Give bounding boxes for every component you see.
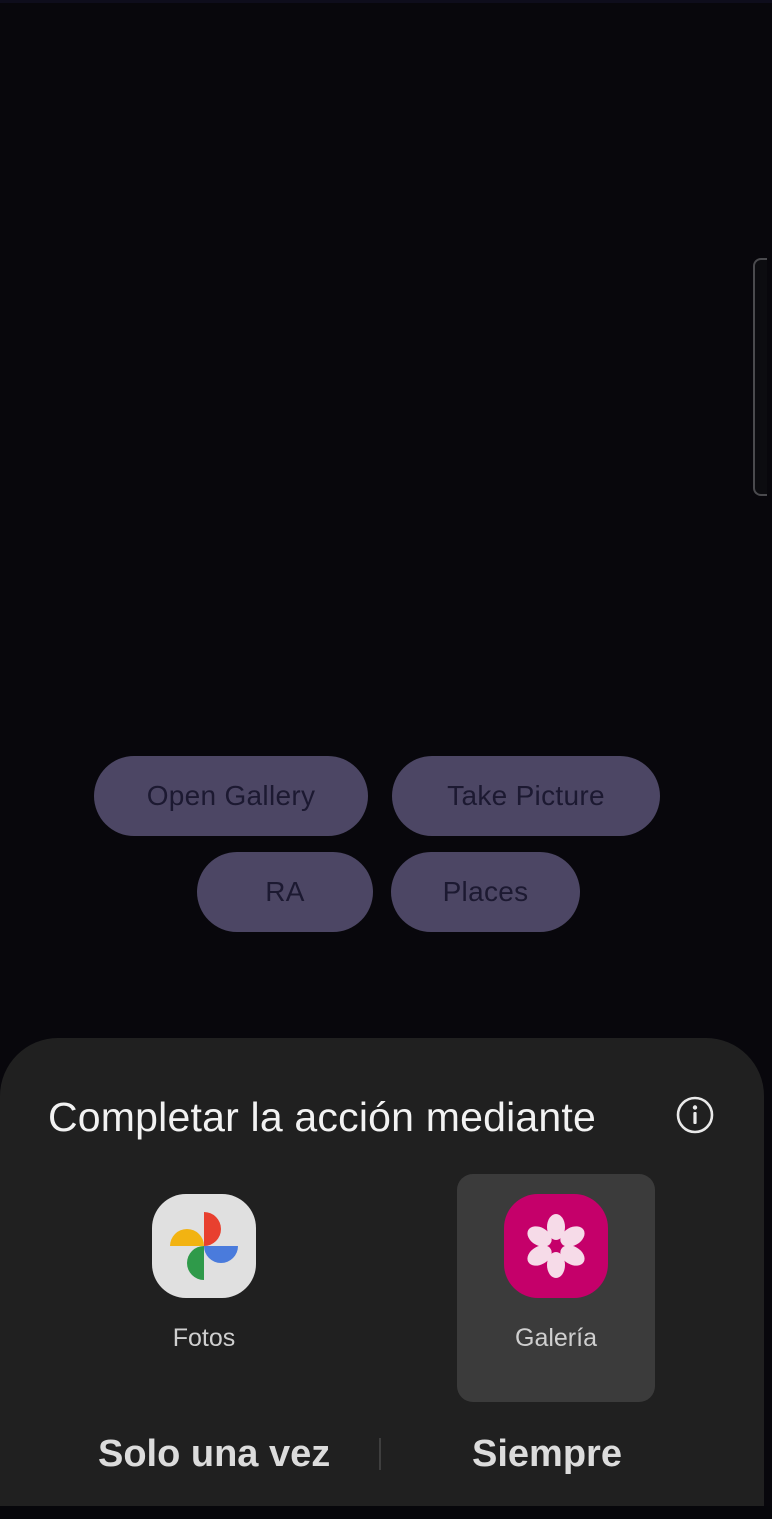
button-divider xyxy=(379,1438,381,1470)
status-bar-edge xyxy=(0,0,772,3)
app-label-galeria: Galería xyxy=(515,1324,597,1352)
app-option-galeria[interactable]: Galería xyxy=(457,1174,655,1402)
edge-panel-handle[interactable] xyxy=(753,258,767,496)
take-picture-button[interactable]: Take Picture xyxy=(392,756,660,836)
open-gallery-button[interactable]: Open Gallery xyxy=(94,756,368,836)
ra-button[interactable]: RA xyxy=(197,852,373,932)
just-once-button[interactable]: Solo una vez xyxy=(98,1428,330,1480)
gallery-flower-icon xyxy=(504,1194,608,1298)
chooser-title: Completar la acción mediante xyxy=(48,1094,596,1140)
app-label-fotos: Fotos xyxy=(172,1324,236,1352)
info-icon[interactable] xyxy=(676,1096,714,1134)
google-photos-icon xyxy=(152,1194,256,1298)
app-option-fotos[interactable]: Fotos xyxy=(105,1174,303,1402)
navigation-bar xyxy=(0,1506,772,1519)
places-button[interactable]: Places xyxy=(391,852,580,932)
screen: Open Gallery Take Picture RA Places Comp… xyxy=(0,0,772,1519)
always-button[interactable]: Siempre xyxy=(472,1428,622,1480)
